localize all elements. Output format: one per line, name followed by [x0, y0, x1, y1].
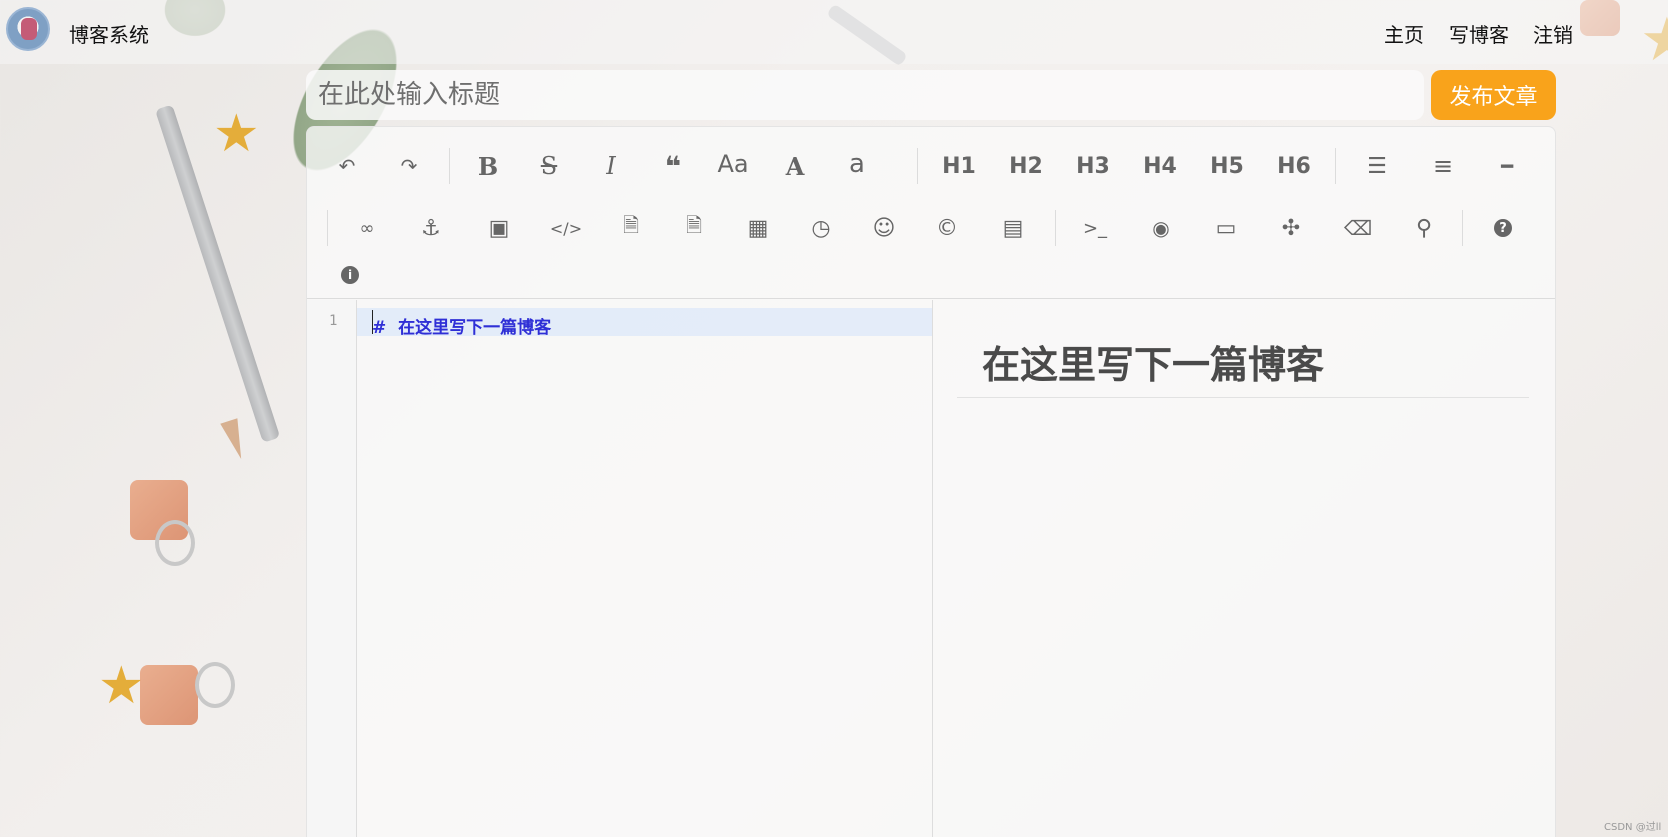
- binder-clip-decoration: [130, 480, 188, 540]
- uppercase-icon[interactable]: A: [775, 148, 815, 184]
- markdown-input[interactable]: # 在这里写下一篇博客: [357, 300, 932, 837]
- uppercase-first-icon[interactable]: Aa: [713, 146, 753, 182]
- star-decoration: ★: [213, 104, 260, 164]
- redo-icon[interactable]: ↷: [389, 148, 429, 184]
- line-number-gutter: 1: [307, 300, 357, 837]
- watch-toggle-icon[interactable]: ◉: [1141, 210, 1181, 246]
- binder-clip-ring-decoration: [155, 520, 195, 566]
- h5-button[interactable]: H5: [1207, 148, 1247, 184]
- quote-icon[interactable]: ❝: [653, 148, 693, 184]
- toolbar-separator: [1335, 148, 1336, 184]
- nav-home-link[interactable]: 主页: [1384, 19, 1424, 48]
- avatar[interactable]: [6, 7, 50, 51]
- preformatted-text-icon[interactable]: 🗎: [674, 210, 714, 246]
- search-icon[interactable]: ⚲: [1404, 210, 1444, 246]
- pagebreak-icon[interactable]: ▤: [993, 210, 1033, 246]
- toolbar-separator: [1462, 210, 1463, 246]
- link-icon[interactable]: ∞: [347, 210, 387, 246]
- heading-underline: [957, 397, 1529, 398]
- image-icon[interactable]: ▣: [479, 210, 519, 246]
- ordered-list-icon[interactable]: ≡: [1423, 148, 1463, 184]
- info-icon[interactable]: i: [330, 257, 370, 293]
- nav-logout-link[interactable]: 注销: [1533, 19, 1573, 48]
- line-number: 1: [329, 313, 338, 329]
- bold-icon[interactable]: B: [468, 148, 508, 184]
- avatar-figure: [21, 18, 37, 40]
- goto-line-icon[interactable]: >_: [1075, 210, 1115, 246]
- strikethrough-icon[interactable]: S: [529, 148, 569, 184]
- toolbar-separator: [1055, 210, 1056, 246]
- h3-button[interactable]: H3: [1073, 148, 1113, 184]
- inline-code-icon[interactable]: </>: [546, 210, 586, 246]
- h2-button[interactable]: H2: [1006, 148, 1046, 184]
- emoji-icon[interactable]: ☺: [864, 210, 904, 246]
- preview-heading: 在这里写下一篇博客: [982, 343, 1325, 387]
- html-entities-icon[interactable]: ©: [927, 210, 967, 246]
- publish-button[interactable]: 发布文章: [1431, 70, 1556, 120]
- binder-clip-ring-decoration: [195, 662, 235, 708]
- fullscreen-icon[interactable]: ✣: [1271, 210, 1311, 246]
- toolbar-separator: [327, 210, 328, 246]
- star-decoration: ★: [98, 656, 145, 716]
- title-input[interactable]: [306, 70, 1424, 120]
- h1-button[interactable]: H1: [939, 148, 979, 184]
- lowercase-icon[interactable]: a: [837, 146, 877, 182]
- toolbar-separator: [917, 148, 918, 184]
- watermark: CSDN @过ll: [1604, 822, 1662, 833]
- code-block-icon[interactable]: 🗎: [611, 210, 651, 246]
- code-line: # 在这里写下一篇博客: [372, 318, 552, 338]
- pencil-tip-decoration: [220, 418, 250, 462]
- help-icon[interactable]: ?: [1483, 210, 1523, 246]
- navbar: 博客系统 主页 写博客 注销: [0, 0, 1668, 64]
- undo-icon[interactable]: ↶: [327, 148, 367, 184]
- datetime-icon[interactable]: ◷: [801, 210, 841, 246]
- nav-write-blog-link[interactable]: 写博客: [1449, 19, 1509, 48]
- markdown-preview: 在这里写下一篇博客: [933, 300, 1555, 837]
- pencil-decoration: [155, 104, 281, 443]
- horizontal-rule-icon[interactable]: ━: [1487, 148, 1527, 184]
- clear-icon[interactable]: ⌫: [1338, 210, 1378, 246]
- unordered-list-icon[interactable]: ☰: [1357, 148, 1397, 184]
- preview-icon[interactable]: ▭: [1206, 210, 1246, 246]
- h4-button[interactable]: H4: [1140, 148, 1180, 184]
- binder-clip-decoration: [140, 665, 198, 725]
- table-icon[interactable]: ▦: [738, 210, 778, 246]
- site-title: 博客系统: [69, 23, 149, 47]
- markdown-editor: ↶ ↷ B S I ❝ Aa A a H1 H2 H3 H4 H5 H6 ☰ ≡…: [306, 126, 1556, 837]
- anchor-icon[interactable]: ⚓: [411, 210, 451, 246]
- toolbar-separator: [449, 148, 450, 184]
- editor-toolbar: ↶ ↷ B S I ❝ Aa A a H1 H2 H3 H4 H5 H6 ☰ ≡…: [307, 127, 1555, 299]
- h6-button[interactable]: H6: [1274, 148, 1314, 184]
- italic-icon[interactable]: I: [591, 148, 631, 184]
